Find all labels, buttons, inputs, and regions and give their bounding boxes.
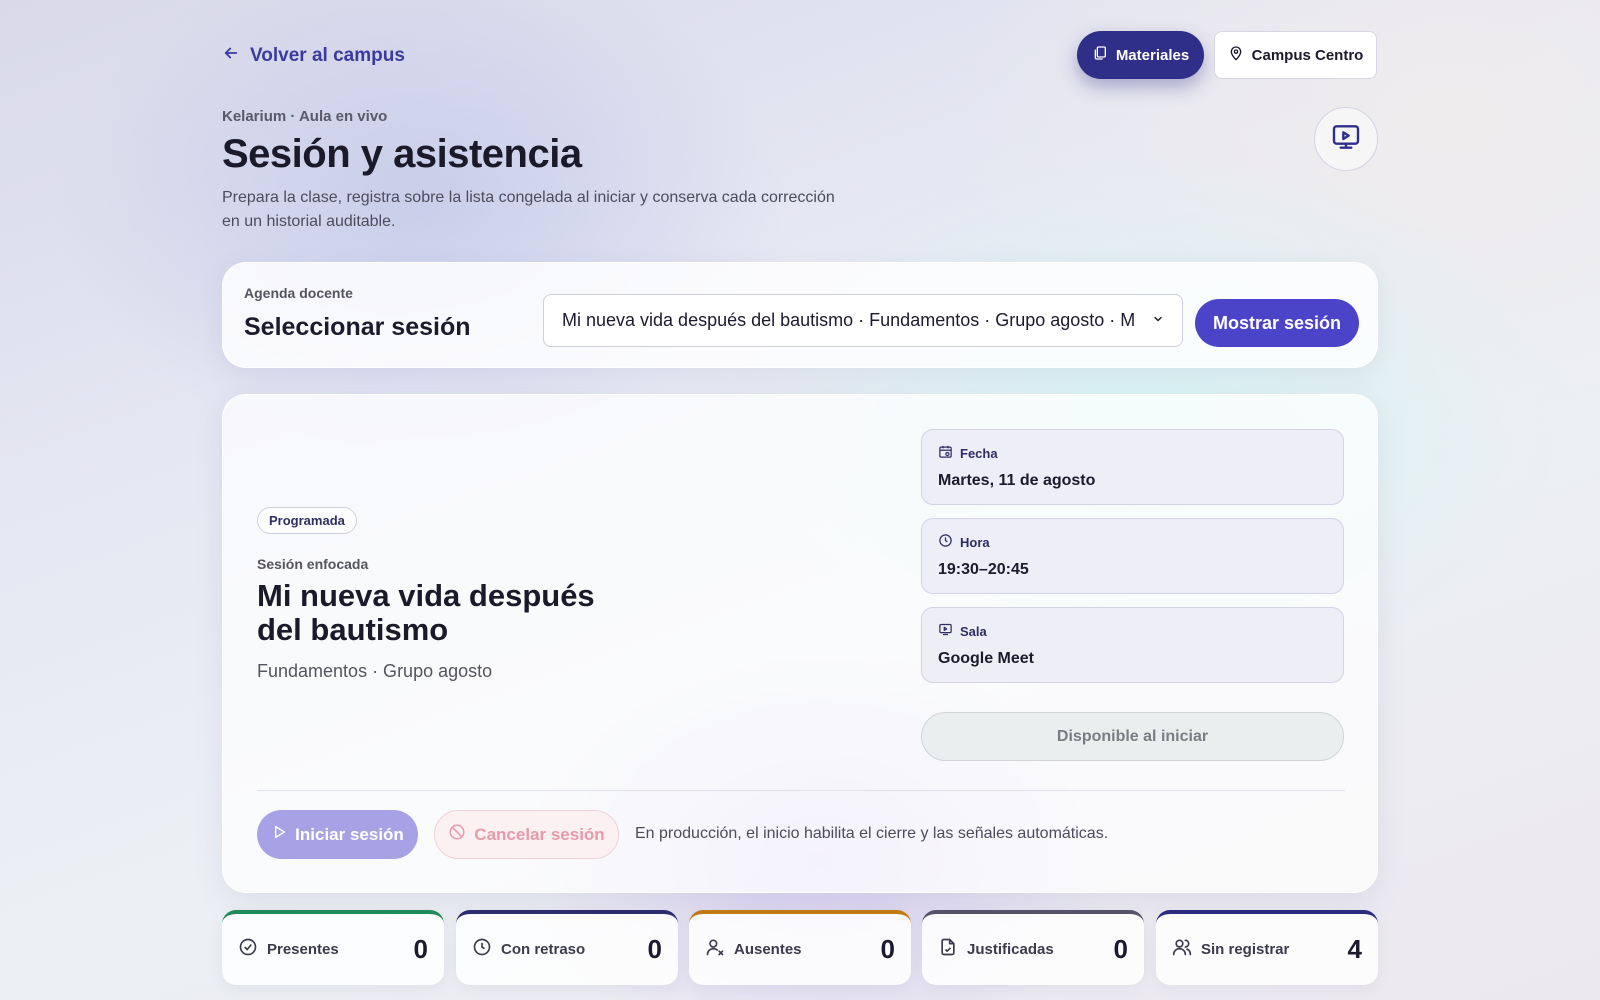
- stat-label: Sin registrar: [1201, 941, 1290, 958]
- campus-location-button[interactable]: Campus Centro: [1214, 31, 1377, 79]
- stat-label: Justificadas: [967, 941, 1054, 958]
- session-select[interactable]: Mi nueva vida después del bautismo · Fun…: [543, 294, 1183, 347]
- clock-icon: [472, 937, 492, 962]
- user-x-icon: [705, 937, 725, 962]
- date-value: Martes, 11 de agosto: [938, 472, 1096, 489]
- users-icon: [1172, 937, 1192, 962]
- session-card: Programada Sesión enfocada Mi nueva vida…: [222, 394, 1378, 893]
- available-on-start-button[interactable]: Disponible al iniciar: [921, 712, 1344, 761]
- session-select-value: Mi nueva vida después del bautismo · Fun…: [562, 310, 1136, 330]
- stat-justificadas: Justificadas 0: [922, 910, 1144, 985]
- documents-icon: [1092, 45, 1108, 65]
- stat-value: 0: [413, 934, 428, 964]
- page-eyebrow: Kelarium · Aula en vivo: [222, 108, 388, 125]
- clock-icon: [938, 533, 953, 551]
- page-description: Prepara la clase, registra sobre la list…: [222, 189, 835, 230]
- monitor-play-icon: [938, 622, 953, 640]
- stat-sin-registrar: Sin registrar 4: [1156, 910, 1378, 985]
- agenda-title: Seleccionar sesión: [244, 313, 471, 341]
- monitor-play-icon: [1330, 121, 1362, 158]
- session-title: Mi nueva vida después del bautismo: [257, 578, 595, 647]
- cancel-session-button[interactable]: Cancelar sesión: [434, 810, 619, 859]
- stat-presentes: Presentes 0: [222, 910, 444, 985]
- divider: [257, 790, 1345, 791]
- stat-value: 4: [1347, 934, 1362, 964]
- focus-label: Sesión enfocada: [257, 556, 369, 572]
- chevron-down-icon: [1152, 313, 1164, 328]
- stat-con-retraso: Con retraso 0: [456, 910, 678, 985]
- stat-label: Ausentes: [734, 941, 802, 958]
- stat-value: 0: [1113, 934, 1128, 964]
- agenda-card: Agenda docente Seleccionar sesión Mi nue…: [222, 262, 1378, 368]
- date-info-box: Fecha Martes, 11 de agosto: [921, 429, 1344, 505]
- materiales-button[interactable]: Materiales: [1077, 31, 1204, 79]
- materiales-label: Materiales: [1115, 46, 1190, 64]
- start-session-button[interactable]: Iniciar sesión: [257, 810, 418, 859]
- time-label: Hora: [960, 534, 990, 550]
- stat-label: Con retraso: [501, 941, 586, 958]
- stat-value: 0: [880, 934, 895, 964]
- presentation-mode-button[interactable]: [1314, 107, 1378, 171]
- check-circle-icon: [238, 937, 258, 962]
- campus-label: Campus Centro: [1251, 46, 1364, 64]
- time-value: 19:30–20:45: [938, 561, 1029, 578]
- agenda-label: Agenda docente: [244, 285, 353, 301]
- start-session-label: Iniciar sesión: [295, 824, 404, 844]
- production-note: En producción, el inicio habilita el cie…: [635, 825, 1109, 842]
- session-subtitle: Fundamentos · Grupo agosto: [257, 661, 493, 681]
- arrow-left-icon: [222, 44, 240, 68]
- map-pin-icon: [1228, 45, 1244, 65]
- time-info-box: Hora 19:30–20:45: [921, 518, 1344, 594]
- room-info-box: Sala Google Meet: [921, 607, 1344, 683]
- show-session-button[interactable]: Mostrar sesión: [1195, 299, 1359, 347]
- room-label: Sala: [960, 623, 987, 639]
- status-badge: Programada: [257, 507, 357, 534]
- back-link-label: Volver al campus: [250, 45, 405, 66]
- stat-ausentes: Ausentes 0: [689, 910, 911, 985]
- back-to-campus-link[interactable]: Volver al campus: [222, 44, 405, 68]
- ban-icon: [448, 823, 466, 846]
- cancel-session-label: Cancelar sesión: [474, 824, 605, 844]
- play-icon: [271, 824, 287, 845]
- calendar-icon: [938, 444, 953, 462]
- stat-label: Presentes: [267, 941, 339, 958]
- page-title: Sesión y asistencia: [222, 132, 582, 176]
- file-check-icon: [938, 937, 958, 962]
- stat-value: 0: [647, 934, 662, 964]
- room-value: Google Meet: [938, 650, 1035, 667]
- date-label: Fecha: [960, 445, 998, 461]
